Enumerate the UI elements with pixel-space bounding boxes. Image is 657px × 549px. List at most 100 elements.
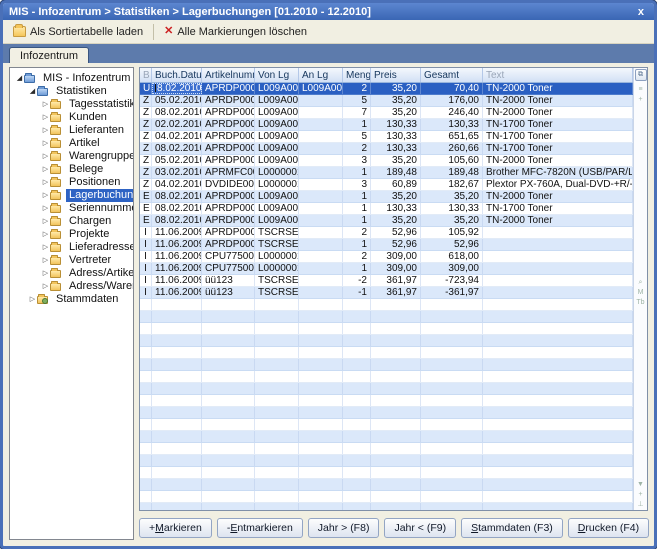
table-cell[interactable]: 130,33 bbox=[371, 203, 421, 214]
table-cell[interactable]: L009A001 bbox=[255, 203, 299, 214]
table-row[interactable]: I11.06.2009 /Doüü123TSCRSE03-1361,97-361… bbox=[140, 287, 633, 299]
table-cell[interactable]: E bbox=[140, 215, 152, 226]
sidebar-item-belege[interactable]: ▷Belege bbox=[11, 163, 132, 176]
table-cell[interactable]: L009A002 bbox=[255, 191, 299, 202]
empty-table-row[interactable] bbox=[140, 371, 633, 383]
table-cell[interactable] bbox=[299, 239, 343, 250]
table-cell[interactable]: TN-1700 Toner bbox=[483, 203, 633, 214]
table-cell[interactable]: 2 bbox=[343, 251, 371, 262]
table-row[interactable]: E08.02.2010 /MoAPRDP00002L009A0011130,33… bbox=[140, 203, 633, 215]
rail-middle-icon-2[interactable]: Tb bbox=[636, 298, 644, 308]
table-row[interactable]: E08.02.2010 /MoAPRDP00003L009A002135,203… bbox=[140, 215, 633, 227]
sidebar-item-projekte[interactable]: ▷Projekte bbox=[11, 228, 132, 241]
table-cell[interactable]: 35,20 bbox=[371, 215, 421, 226]
table-cell[interactable]: APRDP00003 bbox=[202, 155, 255, 166]
table-cell[interactable]: I bbox=[140, 227, 152, 238]
empty-table-row[interactable] bbox=[140, 395, 633, 407]
column-header-menge[interactable]: Menge bbox=[343, 68, 371, 82]
table-cell[interactable]: 618,00 bbox=[421, 251, 483, 262]
table-cell[interactable]: E bbox=[140, 203, 152, 214]
table-cell[interactable]: 130,33 bbox=[371, 119, 421, 130]
table-cell[interactable]: L009A002 bbox=[255, 155, 299, 166]
table-cell[interactable]: 1 bbox=[343, 215, 371, 226]
table-cell[interactable]: Z bbox=[140, 155, 152, 166]
column-header-an-lg[interactable]: An Lg bbox=[299, 68, 343, 82]
table-cell[interactable]: 309,00 bbox=[371, 251, 421, 262]
table-cell[interactable] bbox=[299, 143, 343, 154]
expand-icon[interactable]: ▷ bbox=[41, 241, 50, 254]
table-cell[interactable]: L0000001 bbox=[255, 263, 299, 274]
table-cell[interactable]: Z bbox=[140, 95, 152, 106]
table-cell[interactable]: 11.06.2009 /Do bbox=[152, 239, 202, 250]
table-cell[interactable]: 1 bbox=[343, 167, 371, 178]
table-cell[interactable]: 35,20 bbox=[371, 107, 421, 118]
table-cell[interactable]: L009A002 bbox=[255, 95, 299, 106]
table-row[interactable]: I11.06.2009 /Doüü123TSCRSE03-2361,97-723… bbox=[140, 275, 633, 287]
sidebar-item-lieferadressen[interactable]: ▷Lieferadressen bbox=[11, 241, 132, 254]
table-cell[interactable]: L009A001 bbox=[255, 119, 299, 130]
table-cell[interactable] bbox=[483, 287, 633, 298]
table-row[interactable]: U8.02.2010APRDP00001L009A001L009A002235,… bbox=[140, 83, 633, 95]
table-cell[interactable]: L009A002 bbox=[299, 83, 343, 94]
table-row[interactable]: I11.06.2009 /DoCPU77500007L00000012309,0… bbox=[140, 251, 633, 263]
column-header-gesamt[interactable]: Gesamt bbox=[421, 68, 483, 82]
table-cell[interactable]: 5 bbox=[343, 131, 371, 142]
sidebar-item-adress-warengruppen[interactable]: ▷Adress/Warengruppen bbox=[11, 280, 132, 293]
table-cell[interactable] bbox=[483, 227, 633, 238]
table-cell[interactable]: CPU77500007 bbox=[202, 263, 255, 274]
table-row[interactable]: I11.06.2009 /DoAPRDP00004TSCRSE02252,961… bbox=[140, 227, 633, 239]
table-cell[interactable] bbox=[299, 215, 343, 226]
table-cell[interactable]: 52,96 bbox=[421, 239, 483, 250]
table-cell[interactable]: I bbox=[140, 275, 152, 286]
empty-table-row[interactable] bbox=[140, 359, 633, 371]
expand-icon[interactable]: ▷ bbox=[41, 189, 50, 202]
table-cell[interactable]: -723,94 bbox=[421, 275, 483, 286]
table-cell[interactable]: 651,65 bbox=[421, 131, 483, 142]
table-cell[interactable]: APRDP00004 bbox=[202, 227, 255, 238]
table-cell[interactable]: -361,97 bbox=[421, 287, 483, 298]
empty-table-row[interactable] bbox=[140, 419, 633, 431]
table-cell[interactable]: TN-2000 Toner bbox=[483, 215, 633, 226]
table-row[interactable]: Z08.02.2010 /MoAPRDP00001L009A002735,202… bbox=[140, 107, 633, 119]
table-cell[interactable]: I bbox=[140, 239, 152, 250]
table-cell[interactable]: TSCRSE02 bbox=[255, 239, 299, 250]
empty-table-row[interactable] bbox=[140, 479, 633, 491]
table-cell[interactable]: L009A001 bbox=[255, 83, 299, 94]
table-cell[interactable]: 130,33 bbox=[371, 131, 421, 142]
table-cell[interactable]: 2 bbox=[343, 227, 371, 238]
table-cell[interactable]: TN-2000 Toner bbox=[483, 107, 633, 118]
table-cell[interactable]: 35,20 bbox=[371, 191, 421, 202]
table-row[interactable]: Z03.02.2010 /MiAPRMFC00001L00000011189,4… bbox=[140, 167, 633, 179]
sidebar-item-lieferanten[interactable]: ▷Lieferanten bbox=[11, 124, 132, 137]
empty-table-row[interactable] bbox=[140, 299, 633, 311]
table-cell[interactable]: 52,96 bbox=[371, 227, 421, 238]
table-cell[interactable]: I bbox=[140, 287, 152, 298]
expand-icon[interactable]: ▷ bbox=[41, 215, 50, 228]
table-cell[interactable]: APRDP00001 bbox=[202, 107, 255, 118]
rail-top-icon-1[interactable]: + bbox=[638, 95, 642, 105]
table-cell[interactable]: 11.06.2009 /Do bbox=[152, 263, 202, 274]
tab-infozentrum[interactable]: Infozentrum bbox=[9, 47, 89, 63]
empty-table-row[interactable] bbox=[140, 335, 633, 347]
sidebar-item-chargen[interactable]: ▷Chargen bbox=[11, 215, 132, 228]
empty-table-row[interactable] bbox=[140, 467, 633, 479]
empty-table-row[interactable] bbox=[140, 431, 633, 443]
table-cell[interactable]: TN-2000 Toner bbox=[483, 83, 633, 94]
table-cell[interactable]: 3 bbox=[343, 155, 371, 166]
table-cell[interactable]: Plextor PX-760A, Dual-DVD-+R/-+RW, 18/18… bbox=[483, 179, 633, 190]
close-button[interactable]: x bbox=[634, 6, 648, 18]
table-cell[interactable]: APRDP00004 bbox=[202, 239, 255, 250]
expand-icon[interactable]: ▷ bbox=[41, 150, 50, 163]
table-cell[interactable] bbox=[299, 179, 343, 190]
expand-icon[interactable]: ▷ bbox=[41, 98, 50, 111]
load-sort-table-button[interactable]: Als Sortiertabelle laden bbox=[7, 24, 149, 40]
table-cell[interactable]: APRDP00002 bbox=[202, 143, 255, 154]
table-cell[interactable] bbox=[299, 287, 343, 298]
empty-table-row[interactable] bbox=[140, 455, 633, 467]
rail-middle-icon-1[interactable]: M bbox=[638, 288, 644, 298]
table-cell[interactable]: 04.02.2010 /Do bbox=[152, 131, 202, 142]
table-cell[interactable]: TN-1700 Toner bbox=[483, 143, 633, 154]
table-row[interactable]: Z05.02.2010 /FrAPRDP00003L009A002335,201… bbox=[140, 155, 633, 167]
table-cell[interactable]: -1 bbox=[343, 287, 371, 298]
table-cell[interactable] bbox=[483, 275, 633, 286]
